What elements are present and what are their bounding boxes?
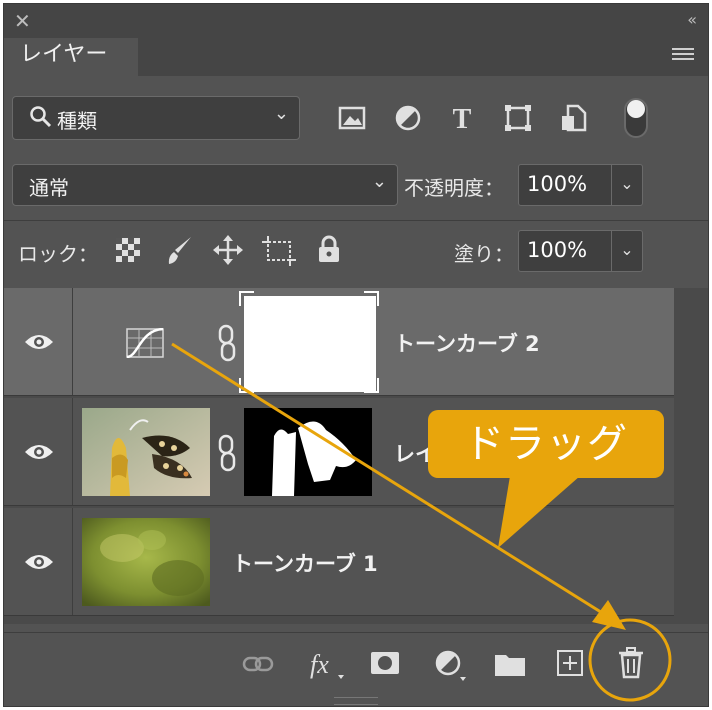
- callout-pointer: [498, 476, 580, 548]
- drag-annotation-overlay: [171, 342, 672, 702]
- trash-highlight-circle: [588, 618, 672, 702]
- drag-callout: ドラッグ: [428, 410, 664, 478]
